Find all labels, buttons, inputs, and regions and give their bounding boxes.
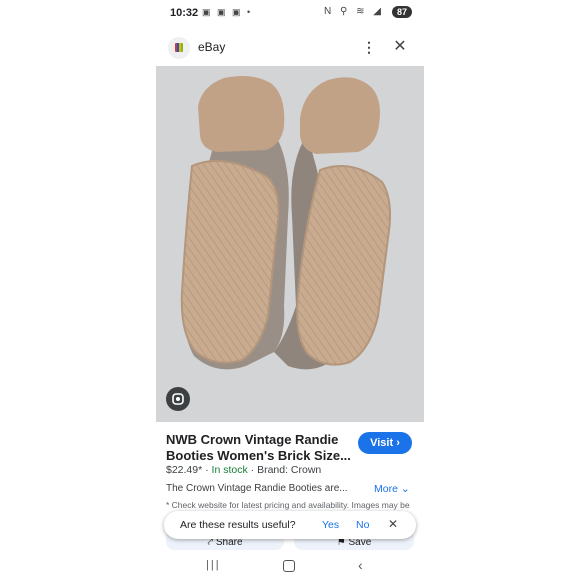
chevron-right-icon: › (396, 437, 400, 449)
system-nav-bar: ||| ‹ (156, 552, 424, 580)
status-bar: 10:32 ▣ ▣ ▣ • N ⚲ ≋ ◢ 87 (156, 0, 424, 26)
app-title: eBay (198, 40, 226, 54)
back-icon[interactable]: ‹ (358, 557, 363, 573)
recents-icon[interactable]: ||| (206, 559, 221, 571)
product-brand: Brand: Crown (257, 464, 322, 476)
visit-button[interactable]: Visit › (358, 432, 412, 454)
feedback-prompt: Are these results useful? Yes No ✕ (164, 511, 416, 539)
feedback-no-button[interactable]: No (356, 519, 369, 531)
more-label: More (374, 483, 398, 495)
product-title[interactable]: NWB Crown Vintage Randie Booties Women's… (166, 432, 352, 464)
feedback-yes-button[interactable]: Yes (322, 519, 339, 531)
signal-icons: N ⚲ ≋ ◢ (324, 6, 384, 17)
product-image[interactable] (156, 66, 424, 422)
app-bar: eBay ⋮ ✕ (156, 30, 424, 66)
stock-status: In stock (211, 464, 248, 476)
close-icon[interactable]: ✕ (392, 38, 408, 56)
chevron-down-icon: ⌄ (400, 483, 410, 495)
phone-screen: 10:32 ▣ ▣ ▣ • N ⚲ ≋ ◢ 87 eBay ⋮ ✕ NWB Cr… (156, 0, 424, 580)
feedback-close-icon[interactable]: ✕ (388, 517, 398, 531)
ebay-favicon-icon (168, 37, 190, 59)
product-description: The Crown Vintage Randie Booties are... (166, 483, 348, 494)
notification-icons: ▣ ▣ ▣ • (202, 7, 253, 17)
more-vert-icon[interactable]: ⋮ (362, 38, 376, 56)
more-button[interactable]: More ⌄ (374, 483, 410, 495)
pricing-notice: * Check website for latest pricing and a… (166, 500, 410, 510)
feedback-question: Are these results useful? (180, 519, 296, 531)
lens-icon[interactable] (166, 387, 190, 411)
status-time: 10:32 (170, 7, 199, 19)
visit-label: Visit (370, 437, 394, 449)
product-meta: $22.49* · In stock · Brand: Crown (166, 464, 322, 476)
home-icon[interactable] (283, 560, 295, 572)
battery-icon: 87 (391, 6, 412, 18)
product-price: $22.49* (166, 464, 203, 476)
shoe-soles-illustration (156, 66, 424, 422)
